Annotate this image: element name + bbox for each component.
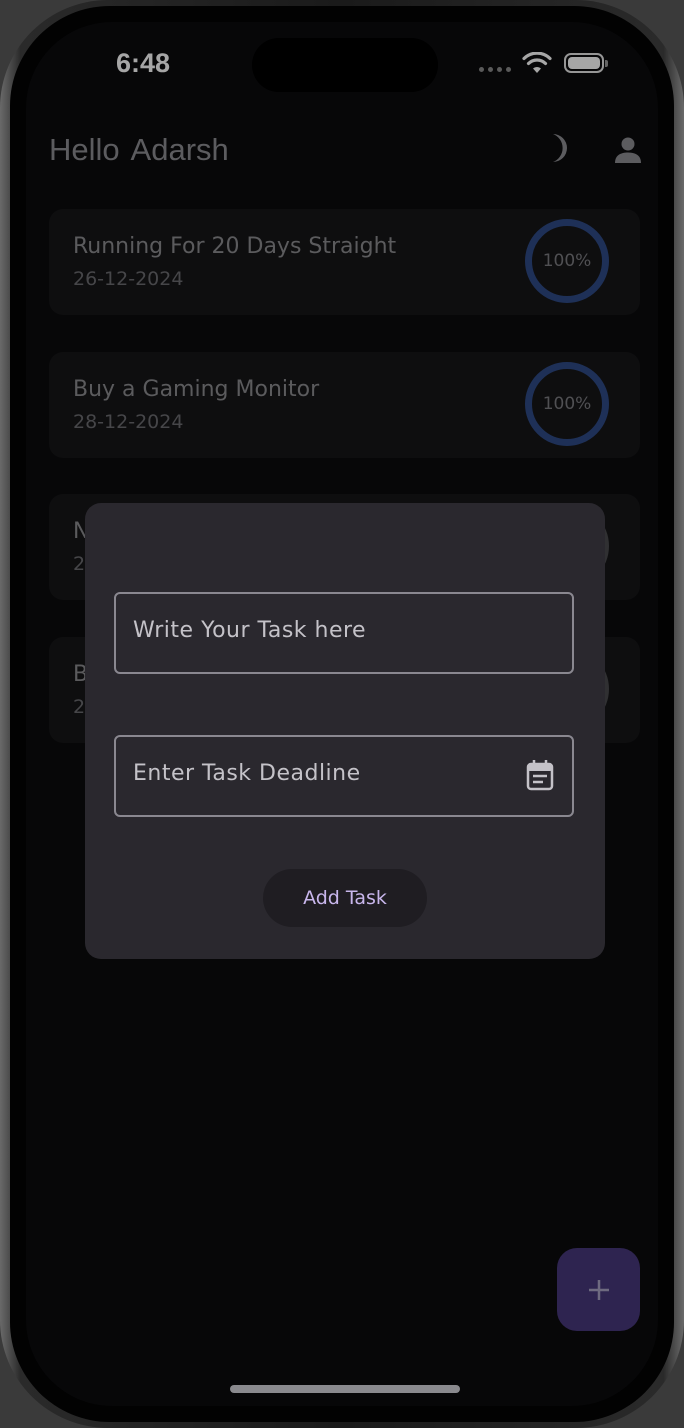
plus-icon <box>588 1279 609 1300</box>
task-input[interactable]: Write Your Task here <box>114 592 574 674</box>
deadline-input-placeholder: Enter Task Deadline <box>133 761 361 786</box>
app-screen: 6:48 Hello Adarsh Running For 20 Days St… <box>26 22 658 1406</box>
add-task-button[interactable]: Add Task <box>263 869 427 927</box>
add-task-dialog: Write Your Task here Enter Task Deadline… <box>85 503 605 959</box>
home-indicator[interactable] <box>230 1385 460 1393</box>
deadline-input[interactable]: Enter Task Deadline <box>114 735 574 817</box>
calendar-icon[interactable] <box>526 759 554 791</box>
task-input-placeholder: Write Your Task here <box>133 618 367 643</box>
add-fab-button[interactable] <box>557 1248 640 1331</box>
